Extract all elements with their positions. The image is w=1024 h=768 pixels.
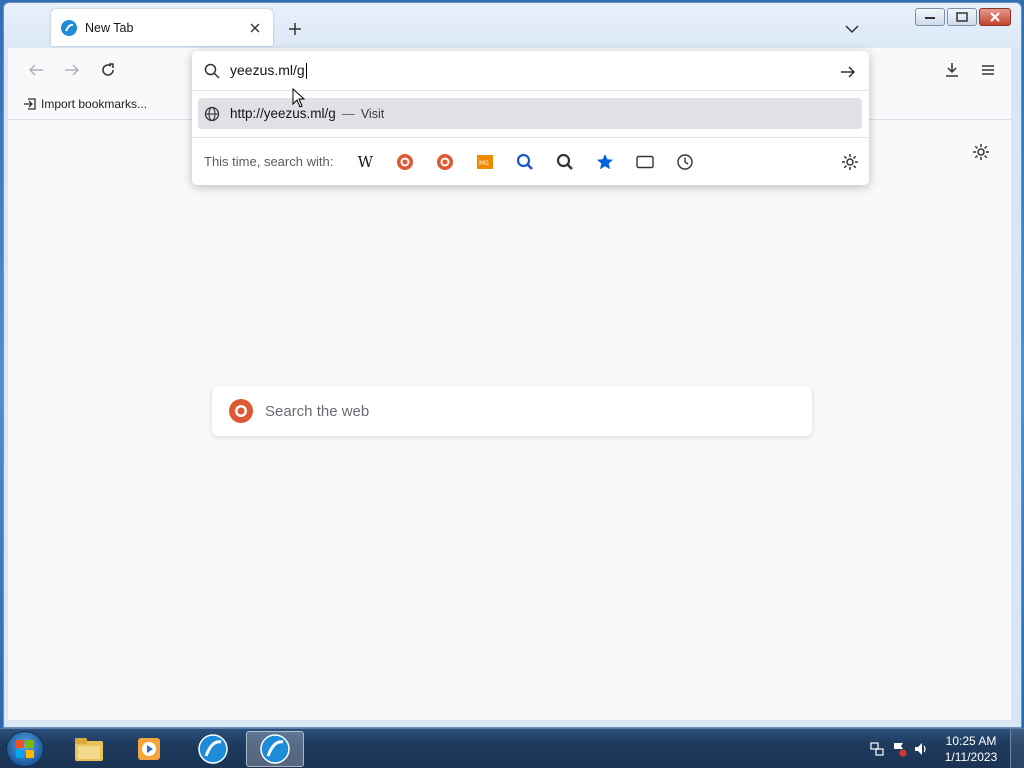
wikipedia-icon[interactable]: W bbox=[345, 147, 385, 177]
clock[interactable]: 10:25 AM 1/11/2023 bbox=[932, 733, 1010, 765]
urlbar-popup: yeezus.ml/g http://yeezus.ml/g — Visit T… bbox=[192, 51, 869, 185]
taskbar-browser[interactable] bbox=[184, 731, 242, 767]
go-arrow-icon[interactable] bbox=[837, 61, 859, 83]
duckduckgo-icon[interactable] bbox=[385, 147, 425, 177]
import-icon bbox=[24, 98, 36, 110]
tab-title: New Tab bbox=[85, 20, 134, 35]
back-arrow-icon[interactable] bbox=[24, 58, 48, 82]
browser-logo-icon bbox=[198, 734, 228, 764]
globe-icon bbox=[204, 106, 220, 121]
app-menu-hamburger-icon[interactable] bbox=[976, 58, 1000, 82]
new-tab-page: Search the web bbox=[8, 120, 1011, 720]
import-bookmarks-label: Import bookmarks... bbox=[41, 97, 148, 111]
network-icon[interactable] bbox=[866, 738, 888, 760]
search-icon[interactable] bbox=[505, 147, 545, 177]
close-window-button[interactable] bbox=[979, 8, 1011, 26]
system-tray: 10:25 AM 1/11/2023 bbox=[866, 729, 1024, 768]
taskbar-explorer[interactable] bbox=[60, 731, 118, 767]
new-tab-button[interactable] bbox=[284, 18, 306, 40]
taskbar-browser-active[interactable] bbox=[246, 731, 304, 767]
search-icon[interactable] bbox=[545, 147, 585, 177]
one-off-label: This time, search with: bbox=[204, 154, 334, 169]
volume-icon[interactable] bbox=[910, 738, 932, 760]
reload-icon[interactable] bbox=[96, 58, 120, 82]
suggestion-action: Visit bbox=[360, 106, 385, 121]
search-icon bbox=[204, 63, 220, 79]
minimize-button[interactable] bbox=[915, 8, 945, 26]
taskbar: 10:25 AM 1/11/2023 bbox=[0, 728, 1024, 768]
taskbar-media-player[interactable] bbox=[120, 731, 178, 767]
close-tab-icon[interactable] bbox=[247, 20, 263, 36]
windows-logo-icon bbox=[16, 740, 34, 758]
search-settings-gear-icon[interactable] bbox=[839, 151, 861, 173]
list-all-tabs-chevron-down-icon[interactable] bbox=[840, 19, 864, 39]
one-off-search-row: This time, search with: W MG bbox=[192, 137, 869, 185]
show-desktop-button[interactable] bbox=[1010, 729, 1024, 768]
duckduckgo-icon[interactable] bbox=[425, 147, 465, 177]
clock-time: 10:25 AM bbox=[945, 734, 997, 748]
maximize-button[interactable] bbox=[947, 8, 977, 26]
import-bookmarks-button[interactable]: Import bookmarks... bbox=[23, 97, 147, 111]
mouse-cursor-icon bbox=[292, 87, 306, 111]
personalize-gear-icon[interactable] bbox=[970, 141, 992, 163]
tabs-icon[interactable] bbox=[625, 147, 665, 177]
bookmarks-icon[interactable] bbox=[585, 147, 625, 177]
url-input-value: yeezus.ml/g bbox=[230, 61, 307, 80]
svg-text:MG: MG bbox=[479, 160, 489, 167]
media-player-icon bbox=[138, 738, 160, 760]
action-center-flag-icon[interactable] bbox=[888, 738, 910, 760]
browser-logo-icon bbox=[260, 734, 290, 764]
window-controls bbox=[915, 8, 1011, 26]
history-icon[interactable] bbox=[665, 147, 705, 177]
duckduckgo-icon bbox=[229, 399, 253, 423]
url-input[interactable]: yeezus.ml/g bbox=[192, 51, 869, 91]
clock-date: 1/11/2023 bbox=[944, 750, 998, 764]
browser-logo-icon bbox=[61, 19, 77, 36]
search-placeholder: Search the web bbox=[265, 402, 370, 420]
forward-arrow-icon[interactable] bbox=[60, 58, 84, 82]
text-caret bbox=[305, 63, 307, 80]
folder-icon bbox=[75, 738, 103, 761]
metager-icon[interactable]: MG bbox=[465, 147, 505, 177]
web-search-box[interactable]: Search the web bbox=[212, 386, 812, 436]
suggestion-url: http://yeezus.ml/g bbox=[230, 106, 336, 121]
tab-new-tab[interactable]: New Tab bbox=[51, 9, 273, 46]
downloads-icon[interactable] bbox=[940, 58, 964, 82]
start-button[interactable] bbox=[6, 731, 44, 767]
suggestion-separator: — bbox=[341, 106, 355, 121]
